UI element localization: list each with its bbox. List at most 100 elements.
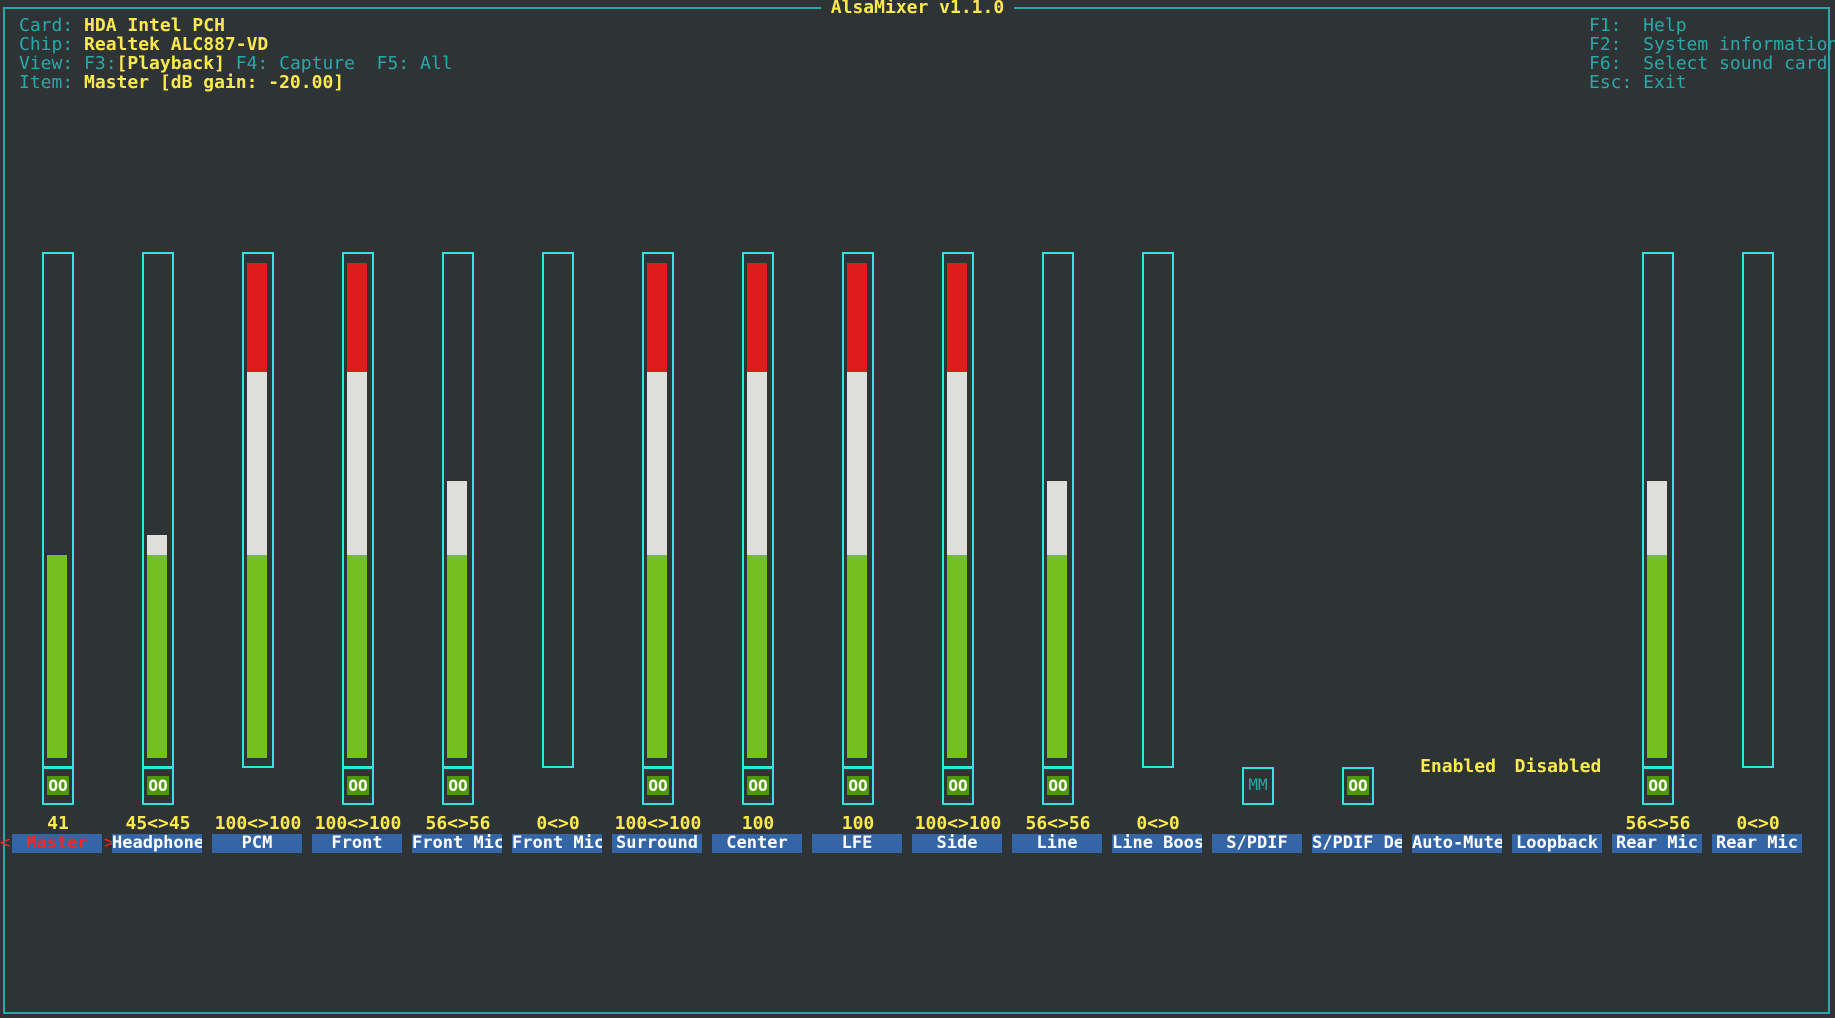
channel-line[interactable]: OO 56<>56 Line [1000, 0, 1102, 1018]
mute-toggle[interactable]: OO [942, 767, 974, 805]
level-bar-high [947, 263, 967, 372]
level-bar-mid [847, 371, 867, 556]
channel-name[interactable]: Front Mic [412, 834, 502, 853]
mute-state: OO [47, 776, 69, 795]
level-bar-low [1047, 555, 1067, 758]
volume-slider[interactable] [1142, 252, 1174, 768]
channel-surround[interactable]: OO 100<>100 Surround [600, 0, 702, 1018]
mute-state: OO [747, 776, 769, 795]
channel-loopback[interactable]: Disabled Loopback [1500, 0, 1602, 1018]
channel-name[interactable]: PCM [212, 834, 302, 853]
channel-name[interactable]: Line Boos [1112, 834, 1202, 853]
level-bar-low [647, 555, 667, 758]
mute-toggle[interactable]: OO [42, 767, 74, 805]
level-bar-mid [447, 480, 467, 556]
channel-lfe[interactable]: OO 100 LFE [800, 0, 902, 1018]
volume-value: 100<>100 [314, 813, 402, 834]
mute-state: OO [847, 776, 869, 795]
mute-toggle[interactable]: MM [1242, 767, 1274, 805]
volume-value: 0<>0 [1736, 813, 1780, 834]
volume-slider[interactable] [542, 252, 574, 768]
channel-name[interactable]: Side [912, 834, 1002, 853]
channel-s-pdif[interactable]: MM S/PDIF [1200, 0, 1302, 1018]
volume-value: 45<>45 [125, 813, 191, 834]
channel-name[interactable]: Rear Mic [1612, 834, 1702, 853]
volume-value: 100<>100 [214, 813, 302, 834]
mute-toggle[interactable]: OO [842, 767, 874, 805]
selection-left-marker: < [0, 833, 11, 853]
level-bar-high [347, 263, 367, 372]
mute-toggle[interactable]: OO [1342, 767, 1374, 805]
channel-name[interactable]: Headphone [112, 834, 202, 853]
mute-state: OO [647, 776, 669, 795]
volume-value: 100 [741, 813, 775, 834]
channel-rear-mic[interactable]: OO 56<>56 Rear Mic [1600, 0, 1702, 1018]
level-bar-mid [147, 535, 167, 556]
mute-toggle[interactable]: OO [1642, 767, 1674, 805]
volume-slider[interactable] [1742, 252, 1774, 768]
volume-value: 100<>100 [914, 813, 1002, 834]
volume-value: 100<>100 [614, 813, 702, 834]
channel-headphone[interactable]: OO 45<>45 Headphone [100, 0, 202, 1018]
level-bar-mid [1647, 480, 1667, 556]
channel-name[interactable]: Auto-Mute [1412, 834, 1502, 853]
level-bar-mid [347, 371, 367, 556]
channel-front-mic[interactable]: OO 56<>56 Front Mic [400, 0, 502, 1018]
channel-name[interactable]: Front Mic [512, 834, 602, 853]
mute-toggle[interactable]: OO [142, 767, 174, 805]
mute-toggle[interactable]: OO [742, 767, 774, 805]
channel-name[interactable]: Front [312, 834, 402, 853]
channel-name[interactable]: Rear Mic [1712, 834, 1802, 853]
channel-side[interactable]: OO 100<>100 Side [900, 0, 1002, 1018]
volume-value: 56<>56 [1625, 813, 1691, 834]
channel-front[interactable]: OO 100<>100 Front [300, 0, 402, 1018]
level-bar-low [247, 555, 267, 758]
mute-toggle[interactable]: OO [442, 767, 474, 805]
level-bar-low [447, 555, 467, 758]
mute-toggle[interactable]: OO [642, 767, 674, 805]
mute-state: OO [1347, 776, 1369, 795]
level-bar-mid [747, 371, 767, 556]
channel-pcm[interactable]: 100<>100 PCM [200, 0, 302, 1018]
mute-toggle[interactable]: OO [1042, 767, 1074, 805]
volume-value: 0<>0 [536, 813, 580, 834]
enum-value[interactable]: Enabled [1400, 757, 1516, 777]
channel-name[interactable]: LFE [812, 834, 902, 853]
channel-auto-mute[interactable]: Enabled Auto-Mute [1400, 0, 1502, 1018]
channel-name[interactable]: S/PDIF [1212, 834, 1302, 853]
channel-front-mic[interactable]: 0<>0 Front Mic [500, 0, 602, 1018]
channel-line-boos[interactable]: 0<>0 Line Boos [1100, 0, 1202, 1018]
mute-state: OO [347, 776, 369, 795]
channel-master[interactable]: OO 41 Master < > [0, 0, 114, 1018]
mute-state: MM [1248, 775, 1268, 794]
level-bar-high [247, 263, 267, 372]
channel-center[interactable]: OO 100 Center [700, 0, 802, 1018]
level-bar-low [947, 555, 967, 758]
level-bar-high [847, 263, 867, 372]
level-bar-low [847, 555, 867, 758]
channel-s-pdif-de[interactable]: OO S/PDIF De [1300, 0, 1402, 1018]
channel-name[interactable]: Center [712, 834, 802, 853]
channel-name[interactable]: Master [12, 834, 102, 853]
channel-name[interactable]: Line [1012, 834, 1102, 853]
level-bar-mid [947, 371, 967, 556]
channel-rear-mic[interactable]: 0<>0 Rear Mic [1700, 0, 1802, 1018]
level-bar-low [747, 555, 767, 758]
mute-state: OO [947, 776, 969, 795]
mute-state: OO [147, 776, 169, 795]
level-bar-mid [1047, 480, 1067, 556]
level-bar-mid [247, 371, 267, 556]
mute-state: OO [1647, 776, 1669, 795]
level-bar-mid [647, 371, 667, 556]
volume-value: 0<>0 [1136, 813, 1180, 834]
volume-value: 41 [47, 813, 69, 834]
volume-value: 56<>56 [1025, 813, 1091, 834]
mute-toggle[interactable]: OO [342, 767, 374, 805]
channel-name[interactable]: Loopback [1512, 834, 1602, 853]
mute-state: OO [447, 776, 469, 795]
channel-name[interactable]: Surround [612, 834, 702, 853]
channel-name[interactable]: S/PDIF De [1312, 834, 1402, 853]
level-bar-low [1647, 555, 1667, 758]
volume-value: 100 [841, 813, 875, 834]
enum-value[interactable]: Disabled [1500, 757, 1616, 777]
